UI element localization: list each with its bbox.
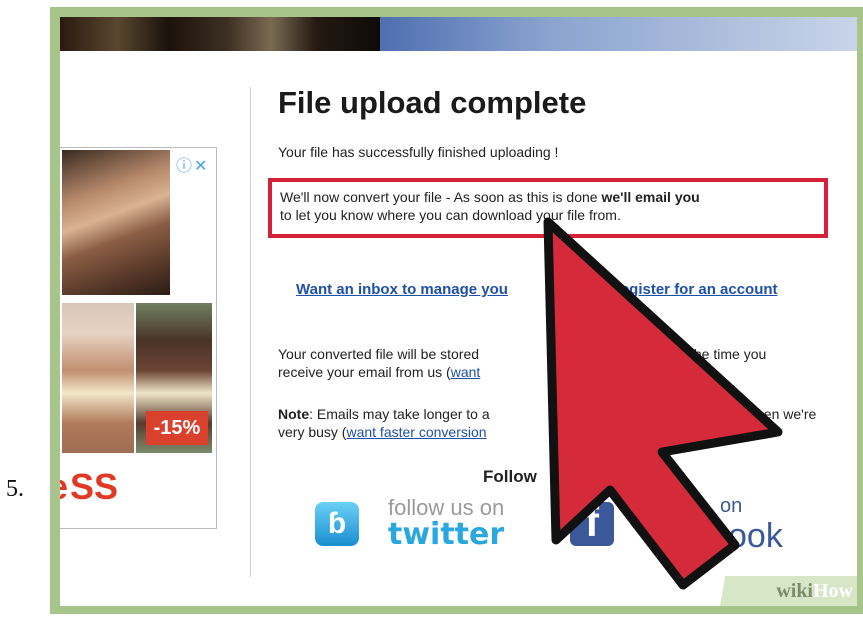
- ad-info-close-icon[interactable]: ⓘ✕: [176, 152, 209, 176]
- follow-heading: Follow: [483, 467, 537, 486]
- watermark-how: How: [813, 579, 853, 602]
- storage-text-line2: receive your email from us (: [278, 364, 451, 380]
- note-line-1: Note: Emails may take longer to a hen we'…: [278, 405, 838, 423]
- success-message: Your file has successfully finished uplo…: [278, 144, 559, 160]
- storage-text-end: the time you: [690, 346, 767, 362]
- account-links-row: Want an inbox to manage you: [296, 281, 508, 299]
- wikihow-watermark: wiki How: [707, 576, 857, 606]
- facebook-icon[interactable]: f: [570, 498, 614, 546]
- facebook-brand-text[interactable]: ook: [728, 517, 783, 556]
- note-text-start: : Emails may take longer to a: [309, 406, 490, 422]
- facebook-follow-text[interactable]: on: [720, 495, 742, 518]
- inbox-link[interactable]: Want an inbox to manage you: [296, 281, 508, 298]
- ad-brand-text: eSS: [60, 466, 119, 508]
- storage-text-start: Your converted file will be stored: [278, 346, 480, 362]
- ad-brand-letters: SS: [70, 466, 119, 507]
- note-text-line2: very busy (: [278, 424, 347, 440]
- header-banner-gradient: [380, 17, 857, 51]
- header-banner-image: [60, 17, 380, 51]
- ad-photo-top[interactable]: [62, 150, 170, 295]
- storage-line-1: Your converted file will be stored the ti…: [278, 345, 838, 363]
- note-text-end: hen we're: [756, 406, 817, 422]
- watermark-wiki: wiki: [776, 579, 813, 602]
- step-number: 5.: [6, 476, 24, 502]
- highlighted-notice: We'll now convert your file - As soon as…: [268, 178, 828, 238]
- faster-conversion-link[interactable]: want faster conversion: [346, 424, 486, 440]
- screenshot-frame: ⓘ✕ -15% eSS File upload complete Your fi…: [50, 7, 863, 614]
- page-title: File upload complete: [278, 85, 587, 120]
- twitter-brand-text[interactable]: twitter: [388, 517, 504, 552]
- browser-page: ⓘ✕ -15% eSS File upload complete Your fi…: [60, 17, 857, 606]
- storage-info: Your converted file will be stored the ti…: [278, 345, 838, 381]
- convert-text-start: We'll now convert your file - As soon as…: [280, 189, 602, 205]
- advertisement-panel[interactable]: ⓘ✕ -15% eSS: [60, 147, 217, 529]
- convert-text-end: to let you know where you can download y…: [280, 207, 621, 223]
- column-divider: [250, 87, 251, 577]
- main-content: File upload complete Your file has succe…: [268, 85, 838, 486]
- convert-message: We'll now convert your file - As soon as…: [280, 188, 816, 224]
- convert-text-bold: we'll email you: [601, 189, 700, 205]
- note-info: Note: Emails may take longer to a hen we'…: [278, 405, 838, 441]
- storage-link[interactable]: want: [451, 364, 481, 380]
- ad-photo-left[interactable]: [62, 303, 134, 453]
- ad-brand-partial-letter: e: [60, 466, 68, 507]
- register-link-container: Register for an account: [610, 281, 778, 299]
- discount-badge: -15%: [146, 411, 208, 445]
- storage-line-2: receive your email from us (want: [278, 363, 838, 381]
- register-link[interactable]: Register for an account: [610, 281, 778, 298]
- note-line-2: very busy (want faster conversion: [278, 423, 838, 441]
- twitter-icon[interactable]: ɓ: [315, 502, 359, 546]
- note-label: Note: [278, 406, 310, 422]
